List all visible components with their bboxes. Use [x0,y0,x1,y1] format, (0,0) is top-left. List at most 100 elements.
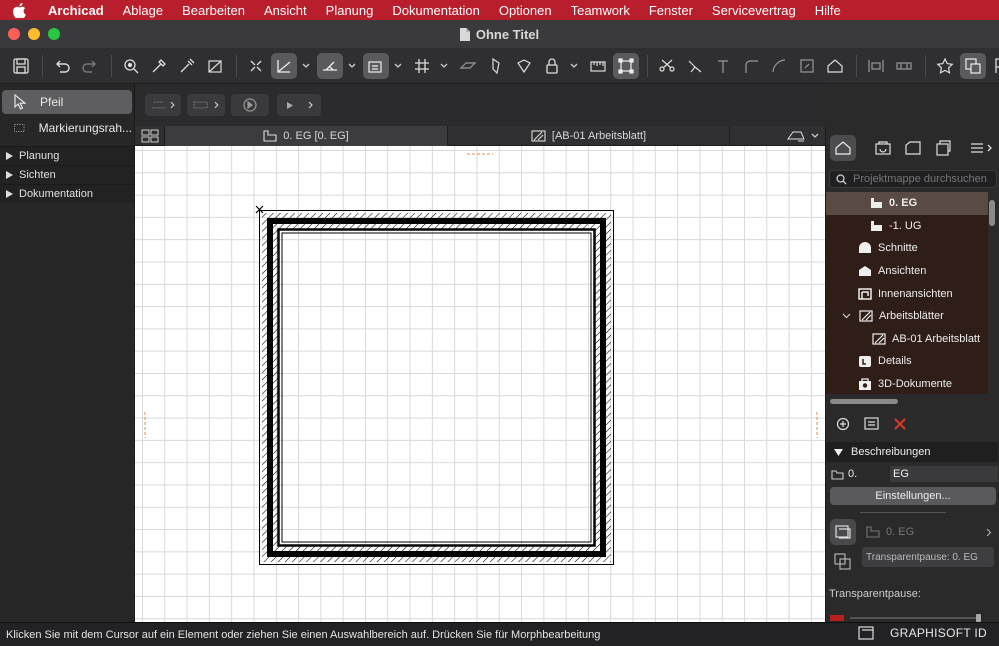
menu-ablage[interactable]: Ablage [123,3,163,18]
gravity-button[interactable] [363,52,389,79]
description-name-field[interactable]: EG [890,466,998,482]
tab-label: [AB-01 Arbeitsblatt] [551,129,647,142]
info-rotate-button[interactable] [231,94,269,116]
graphisoft-id-link[interactable]: GRAPHISOFT ID [890,626,987,640]
lock-dropdown[interactable] [567,53,581,79]
fillet-button[interactable] [738,53,764,79]
lock-button[interactable] [539,53,565,79]
snap-guides-button[interactable] [317,52,343,79]
tree-horizontal-scrollbar[interactable] [830,399,898,404]
guide-line-button[interactable] [271,52,297,79]
tree-vertical-scrollbar[interactable] [989,200,995,226]
tool-marquee[interactable]: Markierungsrah... [2,116,132,140]
pet-palette-button[interactable] [960,52,986,79]
info-tool-2[interactable] [187,94,225,116]
minimize-window-button[interactable] [28,28,40,40]
plane-button[interactable] [455,53,481,79]
panel-divider [860,512,946,513]
close-window-button[interactable] [8,28,20,40]
flag-button[interactable] [988,53,999,79]
layer-button[interactable] [511,53,537,79]
tree-item-worksheets[interactable]: Arbeitsblätter [826,305,988,328]
roof-button[interactable] [822,53,848,79]
undo-button[interactable] [49,53,75,79]
project-map-search-input[interactable] [853,173,993,185]
tree-item-story-eg[interactable]: 0. EG [826,192,988,215]
new-view-button[interactable] [836,417,850,434]
tree-item-3d-documents[interactable]: 3D-Dokumente [826,373,988,394]
tree-item-sections[interactable]: Schnitte [826,237,988,260]
resize-button[interactable] [794,53,820,79]
toolbox-group-sichten[interactable]: Sichten [0,165,134,184]
split-button[interactable] [682,53,708,79]
menu-hilfe[interactable]: Hilfe [815,3,841,18]
menu-fenster[interactable]: Fenster [649,3,693,18]
magic-wand-button[interactable] [202,53,228,79]
trim-button[interactable] [654,53,680,79]
menu-teamwork[interactable]: Teamwork [571,3,630,18]
tab-worksheet[interactable]: [AB-01 Arbeitsblatt] [448,125,730,146]
gravity-dropdown[interactable] [391,53,405,79]
syringe-button[interactable] [174,53,200,79]
toolbox-group-planung[interactable]: Planung [0,146,134,165]
menu-archicad[interactable]: Archicad [48,3,104,18]
project-map-tab[interactable] [830,135,856,161]
layout-book-tab[interactable] [900,135,926,161]
delete-view-button[interactable] [893,417,907,434]
descriptions-section-header[interactable]: Beschreibungen [826,442,998,462]
menu-planung[interactable]: Planung [326,3,374,18]
window-layout-icon[interactable] [858,626,874,640]
tree-item-worksheet-ab01[interactable]: AB-01 Arbeitsblatt [826,328,988,351]
menu-dokumentation[interactable]: Dokumentation [392,3,479,18]
apple-icon[interactable] [12,2,26,18]
navigator-panel: 0. EG -1. UG Schnitte Ansichten Innenans… [825,126,999,622]
align-button[interactable] [863,53,889,79]
measure-button[interactable] [585,53,611,79]
view-options-dropdown[interactable] [730,126,825,146]
menu-optionen[interactable]: Optionen [499,3,552,18]
eyedropper-button[interactable] [146,53,172,79]
tree-item-story-ug[interactable]: -1. UG [826,215,988,238]
snap-guides-dropdown[interactable] [345,53,359,79]
redo-button[interactable] [77,53,103,79]
window-controls [8,28,60,40]
grid-snap-button[interactable] [409,53,435,79]
drawing-canvas[interactable] [135,146,825,622]
view-type-button[interactable] [830,519,856,545]
navigator-tabs [826,126,999,170]
tree-item-interior-elevations[interactable]: Innenansichten [826,282,988,305]
tree-item-elevations[interactable]: Ansichten [826,260,988,283]
guide-line-dropdown[interactable] [299,53,313,79]
pen-button[interactable] [483,53,509,79]
settings-button[interactable]: Einstellungen... [830,487,996,505]
wall-inner-line[interactable] [277,228,596,547]
tab-floor-plan[interactable]: 0. EG [0. EG] [165,125,448,146]
favorites-button[interactable] [932,53,958,79]
transparent-overlay-button[interactable] [830,550,854,572]
menu-servicevertrag[interactable]: Servicevertrag [712,3,796,18]
grid-snap-dropdown[interactable] [437,53,451,79]
offset-button[interactable] [766,53,792,79]
tool-arrow[interactable]: Pfeil [2,90,132,114]
info-play-button[interactable] [277,94,321,116]
find-select-button[interactable] [118,53,144,79]
info-tool-1[interactable] [145,94,181,116]
fit-in-window-button[interactable] [243,53,269,79]
transform-button[interactable] [613,52,639,79]
adjust-button[interactable] [710,53,736,79]
navigator-menu-button[interactable] [968,135,996,161]
save-button[interactable] [8,53,34,79]
project-map-search[interactable] [829,170,997,188]
publisher-sets-tab[interactable] [930,135,956,161]
tab-overview-button[interactable] [135,125,165,146]
tree-item-details[interactable]: Details [826,350,988,373]
transparent-pause-slider[interactable] [830,614,996,622]
distribute-button[interactable] [891,53,917,79]
menu-ansicht[interactable]: Ansicht [264,3,307,18]
toolbox-group-dokumentation[interactable]: Dokumentation [0,184,134,203]
zoom-window-button[interactable] [48,28,60,40]
chevron-right-icon[interactable] [986,528,992,537]
view-map-tab[interactable] [870,135,896,161]
menu-bearbeiten[interactable]: Bearbeiten [182,3,245,18]
view-settings-button[interactable] [864,417,879,433]
